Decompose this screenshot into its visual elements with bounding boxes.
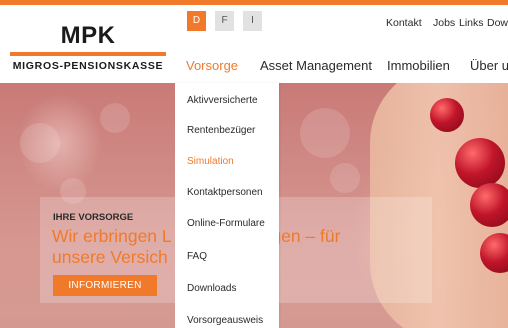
logo-mark: MPK (60, 22, 116, 49)
nav-item-immobilien[interactable]: Immobilien (387, 58, 450, 73)
utility-link-jobs[interactable]: Jobs (433, 17, 455, 29)
logo-subtitle: MIGROS-PENSIONSKASSE (12, 60, 164, 72)
informieren-button[interactable]: INFORMIEREN (53, 275, 157, 296)
hero-headline-part1: Wir erbringen L (52, 226, 172, 246)
nav-item-vorsorge[interactable]: Vorsorge (186, 58, 238, 73)
utility-link-kontakt[interactable]: Kontakt (386, 17, 422, 29)
nav-item-ueber-uns[interactable]: Über ur (470, 58, 508, 73)
hero-headline-part3: unsere Versich (52, 247, 168, 267)
language-de-button[interactable]: D (187, 11, 206, 31)
menu-item-rentenbezueger[interactable]: Rentenbezüger (187, 125, 255, 136)
cranberry (470, 183, 508, 227)
hero-kicker: IHRE VORSORGE (53, 212, 134, 223)
bokeh-light (330, 163, 360, 193)
language-it-button[interactable]: I (243, 11, 262, 31)
nav-item-asset-management[interactable]: Asset Management (260, 58, 372, 73)
menu-item-vorsorgeausweis[interactable]: Vorsorgeausweis (187, 315, 263, 326)
menu-item-faq[interactable]: FAQ (187, 251, 207, 262)
language-fr-button[interactable]: F (215, 11, 234, 31)
bokeh-light (100, 103, 130, 133)
utility-link-links[interactable]: Links (459, 17, 484, 29)
vorsorge-dropdown-menu: Aktivversicherte Rentenbezüger Simulatio… (175, 83, 279, 328)
menu-item-simulation[interactable]: Simulation (187, 156, 234, 167)
menu-item-aktivversicherte[interactable]: Aktivversicherte (187, 95, 258, 106)
bokeh-light (300, 108, 350, 158)
menu-item-downloads[interactable]: Downloads (187, 283, 236, 294)
top-accent-bar (0, 0, 508, 5)
cranberry (430, 98, 464, 132)
menu-item-online-formulare[interactable]: Online-Formulare (187, 218, 265, 229)
bokeh-light (20, 123, 60, 163)
logo-rule (10, 52, 166, 56)
menu-item-kontaktpersonen[interactable]: Kontaktpersonen (187, 187, 263, 198)
utility-link-downloads[interactable]: Dow (487, 17, 508, 29)
logo[interactable]: MPK MIGROS-PENSIONSKASSE (0, 22, 176, 72)
cranberry (455, 138, 505, 188)
